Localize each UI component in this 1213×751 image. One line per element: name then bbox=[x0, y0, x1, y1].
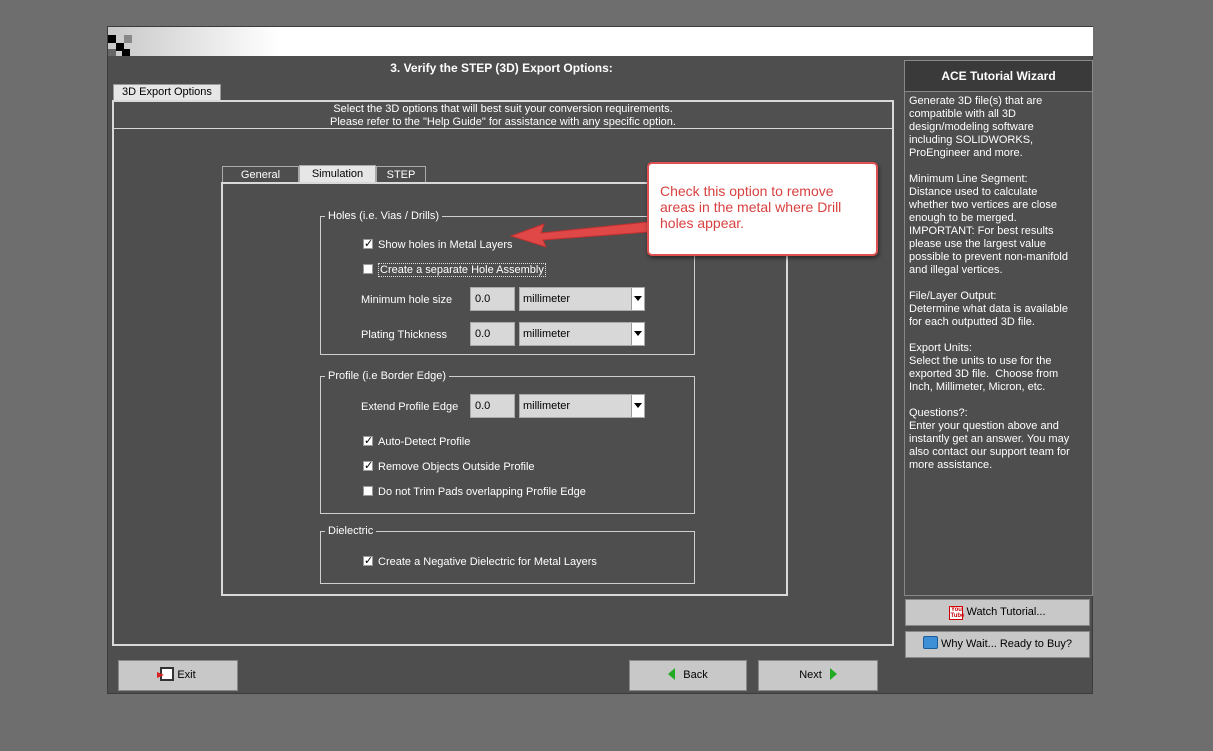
extend-profile-unit-value: millimeter bbox=[523, 400, 571, 412]
youtube-icon: You Tube bbox=[949, 606, 965, 620]
checkbox-unchecked-icon[interactable] bbox=[363, 486, 373, 496]
min-hole-size-label: Minimum hole size bbox=[361, 294, 453, 306]
holes-group: Holes (i.e. Vias / Drills) Show holes in… bbox=[320, 209, 695, 355]
separate-hole-assembly-checkbox[interactable]: Create a separate Hole Assembly bbox=[363, 263, 546, 277]
watch-tutorial-button[interactable]: You Tube Watch Tutorial... bbox=[905, 599, 1090, 626]
show-holes-label: Show holes in Metal Layers bbox=[378, 239, 513, 251]
exit-label: Exit bbox=[177, 669, 196, 681]
ready-to-buy-label: Why Wait... Ready to Buy? bbox=[940, 638, 1073, 650]
banner-logo bbox=[108, 27, 278, 56]
dielectric-group: Dielectric Create a Negative Dielectric … bbox=[320, 524, 695, 584]
back-label: Back bbox=[683, 669, 708, 681]
intro-line-1: Select the 3D options that will best sui… bbox=[333, 103, 673, 115]
dropdown-arrow-icon[interactable] bbox=[631, 288, 644, 310]
next-button[interactable]: Next bbox=[758, 660, 878, 691]
wizard-help-text: Generate 3D file(s) that are compatible … bbox=[909, 95, 1070, 471]
separate-hole-assembly-label: Create a separate Hole Assembly bbox=[378, 263, 546, 277]
back-arrow-icon bbox=[668, 668, 676, 680]
tab-simulation[interactable]: Simulation bbox=[299, 165, 376, 182]
watch-tutorial-label: Watch Tutorial... bbox=[966, 606, 1046, 618]
profile-legend: Profile (i.e Border Edge) bbox=[325, 369, 449, 383]
exit-icon bbox=[157, 667, 175, 681]
checkbox-checked-icon[interactable] bbox=[363, 554, 373, 568]
min-hole-unit-select[interactable]: millimeter bbox=[519, 287, 645, 311]
no-trim-pads-checkbox[interactable]: Do not Trim Pads overlapping Profile Edg… bbox=[363, 485, 586, 499]
tab-3d-export-options[interactable]: 3D Export Options bbox=[113, 84, 221, 100]
no-trim-pads-label: Do not Trim Pads overlapping Profile Edg… bbox=[378, 486, 586, 498]
intro-text: Select the 3D options that will best sui… bbox=[114, 102, 892, 129]
plating-unit-value: millimeter bbox=[523, 328, 571, 340]
intro-line-2: Please refer to the "Help Guide" for ass… bbox=[330, 116, 676, 128]
banner bbox=[108, 27, 1093, 56]
wizard-window: 3. Verify the STEP (3D) Export Options: … bbox=[107, 26, 1093, 694]
wizard-title: ACE Tutorial Wizard bbox=[905, 61, 1092, 92]
extend-profile-unit-select[interactable]: millimeter bbox=[519, 394, 645, 418]
show-holes-checkbox[interactable]: Show holes in Metal Layers bbox=[363, 237, 513, 252]
extend-profile-input[interactable]: 0.0 bbox=[470, 394, 515, 418]
remove-outside-checkbox[interactable]: Remove Objects Outside Profile bbox=[363, 459, 535, 474]
extend-profile-label: Extend Profile Edge bbox=[361, 401, 459, 413]
next-arrow-icon bbox=[829, 668, 837, 680]
dropdown-arrow-icon[interactable] bbox=[631, 395, 644, 417]
plating-thickness-input[interactable]: 0.0 bbox=[470, 322, 515, 346]
plating-thickness-label: Plating Thickness bbox=[361, 329, 448, 341]
checkbox-checked-icon[interactable] bbox=[363, 237, 373, 251]
checkbox-unchecked-icon[interactable] bbox=[363, 264, 373, 274]
tutorial-wizard-panel: ACE Tutorial Wizard Generate 3D file(s) … bbox=[904, 60, 1093, 596]
holes-legend: Holes (i.e. Vias / Drills) bbox=[325, 209, 443, 223]
checkbox-checked-icon[interactable] bbox=[363, 434, 373, 448]
remove-outside-label: Remove Objects Outside Profile bbox=[378, 461, 535, 473]
back-button[interactable]: Back bbox=[629, 660, 747, 691]
auto-detect-profile-checkbox[interactable]: Auto-Detect Profile bbox=[363, 434, 471, 449]
step-title: 3. Verify the STEP (3D) Export Options: bbox=[390, 61, 613, 75]
next-label: Next bbox=[799, 669, 822, 681]
auto-detect-profile-label: Auto-Detect Profile bbox=[378, 436, 471, 448]
tab-general[interactable]: General bbox=[222, 166, 299, 182]
plating-unit-select[interactable]: millimeter bbox=[519, 322, 645, 346]
dielectric-legend: Dielectric bbox=[325, 524, 377, 538]
ready-to-buy-button[interactable]: Why Wait... Ready to Buy? bbox=[905, 631, 1090, 658]
tutorial-callout: Check this option to remove areas in the… bbox=[647, 162, 878, 256]
shopping-icon bbox=[922, 636, 938, 649]
exit-button[interactable]: Exit bbox=[118, 660, 238, 691]
checkbox-checked-icon[interactable] bbox=[363, 459, 373, 473]
min-hole-unit-value: millimeter bbox=[523, 293, 571, 305]
negative-dielectric-label: Create a Negative Dielectric for Metal L… bbox=[378, 556, 597, 568]
dropdown-arrow-icon[interactable] bbox=[631, 323, 644, 345]
tab-step[interactable]: STEP bbox=[376, 166, 426, 182]
negative-dielectric-checkbox[interactable]: Create a Negative Dielectric for Metal L… bbox=[363, 554, 597, 569]
min-hole-size-input[interactable]: 0.0 bbox=[470, 287, 515, 311]
profile-group: Profile (i.e Border Edge) Extend Profile… bbox=[320, 369, 695, 514]
